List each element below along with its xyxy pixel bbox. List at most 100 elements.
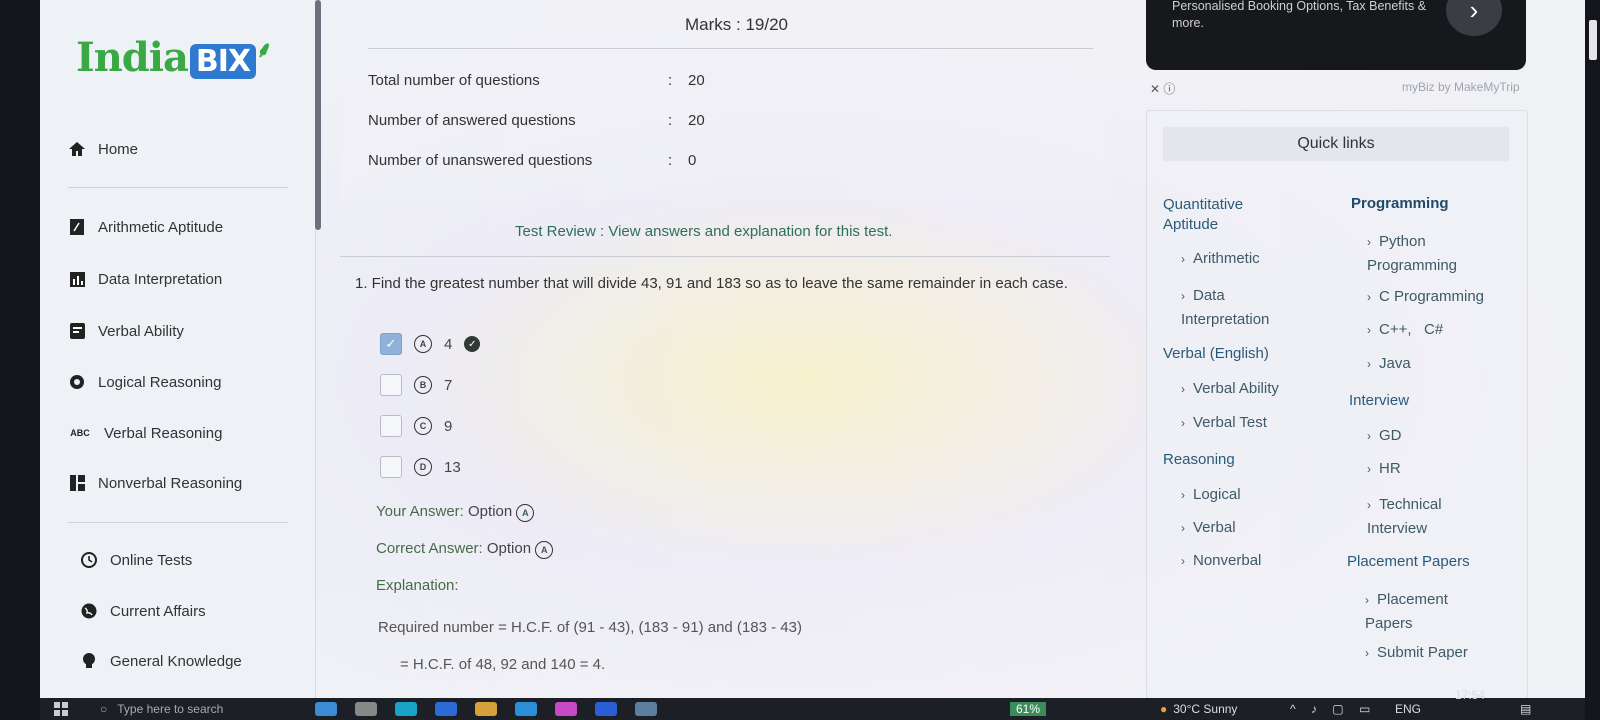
app-icon[interactable] bbox=[395, 702, 417, 716]
logo-text: India bbox=[76, 34, 189, 81]
chevron-right-icon: › bbox=[1367, 498, 1371, 512]
ql-link-gd[interactable]: › GD bbox=[1367, 427, 1402, 444]
sidebar-item-online-tests[interactable]: Online Tests bbox=[80, 551, 192, 569]
sidebar-item-current-affairs[interactable]: Current Affairs bbox=[80, 602, 206, 620]
weather-text: 30°C Sunny bbox=[1173, 702, 1238, 716]
marks-score: Marks : 19/20 bbox=[685, 15, 788, 34]
sidebar-item-label: Nonverbal Reasoning bbox=[98, 474, 243, 492]
correct-answer: Correct Answer: Option A bbox=[376, 540, 554, 559]
chevron-right-icon[interactable]: › bbox=[1446, 0, 1502, 36]
sidebar-divider bbox=[68, 187, 288, 188]
app-icon[interactable] bbox=[475, 702, 497, 716]
abc-icon: ABC bbox=[70, 428, 90, 438]
app-icon[interactable] bbox=[555, 702, 577, 716]
battery-indicator[interactable]: 61% bbox=[1010, 702, 1047, 716]
bulb-icon bbox=[80, 652, 98, 670]
option-b[interactable]: B 7 bbox=[380, 374, 452, 396]
summary-divider bbox=[368, 48, 1093, 49]
ql-link-label: GD bbox=[1379, 427, 1402, 444]
ql-link-verbal[interactable]: › Verbal bbox=[1181, 519, 1236, 536]
sidebar-item-logical-reasoning[interactable]: Logical Reasoning bbox=[68, 373, 221, 391]
sidebar-item-label: Logical Reasoning bbox=[98, 373, 222, 391]
ql-category-programming: Programming bbox=[1351, 195, 1449, 212]
ql-link-label: Java bbox=[1379, 355, 1411, 372]
chevron-right-icon: › bbox=[1367, 323, 1371, 337]
app-icon[interactable] bbox=[355, 702, 377, 716]
document-icon bbox=[68, 322, 86, 340]
option-d[interactable]: D 13 bbox=[380, 456, 461, 478]
your-answer-value: Option bbox=[468, 503, 513, 520]
sidebar-item-nonverbal-reasoning[interactable]: Nonverbal Reasoning bbox=[68, 474, 242, 492]
option-checkbox[interactable] bbox=[380, 374, 402, 396]
taskbar-search-placeholder: Type here to search bbox=[117, 702, 224, 716]
ql-category-quantitative: Quantitative Aptitude bbox=[1163, 196, 1244, 233]
quick-links-panel: Quick links Quantitative Aptitude › Arith… bbox=[1146, 110, 1528, 698]
chevron-right-icon: › bbox=[1367, 290, 1371, 304]
app-icon[interactable] bbox=[315, 702, 337, 716]
indiabix-logo[interactable]: India BIX ⸙ bbox=[76, 34, 273, 81]
ql-link-c-programming[interactable]: › C Programming bbox=[1367, 288, 1484, 305]
option-value: 7 bbox=[444, 376, 453, 394]
app-icon[interactable] bbox=[435, 702, 457, 716]
option-checkbox[interactable] bbox=[380, 415, 402, 437]
option-checkbox-checked[interactable]: ✓ bbox=[380, 333, 402, 355]
app-icon[interactable] bbox=[595, 702, 617, 716]
ql-link-placement-papers[interactable]: › Placement Papers bbox=[1365, 588, 1485, 636]
taskbar-search[interactable]: ○ Type here to search bbox=[100, 702, 223, 716]
stat-label: Number of unanswered questions bbox=[368, 152, 593, 169]
sidebar-item-arithmetic-aptitude[interactable]: Arithmetic Aptitude bbox=[68, 218, 223, 236]
sidebar-item-verbal-ability[interactable]: Verbal Ability bbox=[68, 322, 184, 340]
sidebar-item-general-knowledge[interactable]: General Knowledge bbox=[80, 652, 242, 670]
chevron-right-icon: › bbox=[1181, 252, 1185, 266]
option-a[interactable]: ✓ A 4 ✓ bbox=[380, 333, 481, 355]
ql-link-data-interpretation[interactable]: › Data Interpretation bbox=[1181, 284, 1301, 332]
test-review-link[interactable]: Test Review : View answers and explanati… bbox=[515, 223, 892, 240]
ql-link-label: Data Interpretation bbox=[1181, 287, 1270, 328]
ql-link-arithmetic[interactable]: › Arithmetic bbox=[1181, 250, 1260, 267]
option-value: 4 bbox=[444, 335, 453, 353]
option-checkbox[interactable] bbox=[380, 456, 402, 478]
ql-category-reasoning: Reasoning bbox=[1163, 451, 1235, 468]
ql-link-label: Verbal Test bbox=[1193, 414, 1267, 431]
ql-link-verbal-ability[interactable]: › Verbal Ability bbox=[1181, 380, 1279, 397]
ql-link-nonverbal[interactable]: › Nonverbal bbox=[1181, 552, 1261, 569]
ql-link-label: C Programming bbox=[1379, 288, 1485, 305]
option-c[interactable]: C 9 bbox=[380, 415, 452, 437]
notifications-icon[interactable]: ▤ bbox=[1520, 702, 1531, 716]
explanation-line: Required number = H.C.F. of (91 - 43), (… bbox=[378, 619, 802, 636]
ql-link-label: Python Programming bbox=[1367, 233, 1458, 274]
ql-link-technical-interview[interactable]: › Technical Interview bbox=[1367, 493, 1497, 541]
ad-credit: myBiz by MakeMyTrip bbox=[1402, 80, 1520, 94]
ql-link-label: C++, C# bbox=[1379, 321, 1444, 338]
search-icon: ○ bbox=[100, 702, 108, 716]
sidebar-scrollbar[interactable] bbox=[315, 0, 321, 230]
app-icon[interactable] bbox=[635, 702, 657, 716]
calculator-icon bbox=[68, 218, 86, 236]
sidebar: India BIX ⸙ Home Arithmetic Aptitude Data … bbox=[40, 0, 321, 698]
ql-link-java[interactable]: › Java bbox=[1367, 355, 1411, 372]
page-scrollbar[interactable] bbox=[1586, 0, 1600, 698]
clock[interactable]: 17:54 bbox=[1455, 688, 1485, 702]
main-content: Marks : 19/20 Total number of questions … bbox=[340, 0, 1150, 698]
ql-link-submit-paper[interactable]: › Submit Paper bbox=[1365, 644, 1468, 661]
advertisement-banner[interactable]: Personalised Booking Options, Tax Benefi… bbox=[1146, 0, 1526, 70]
option-letter-badge: A bbox=[414, 335, 432, 353]
sidebar-item-verbal-reasoning[interactable]: ABC Verbal Reasoning bbox=[68, 424, 222, 442]
system-tray-icons[interactable]: ^ ♪ ▢ ▭ bbox=[1290, 702, 1376, 716]
language-indicator[interactable]: ENG bbox=[1395, 702, 1421, 716]
scrollbar-thumb[interactable] bbox=[1589, 20, 1597, 60]
app-icon[interactable] bbox=[515, 702, 537, 716]
ql-link-label: Arithmetic bbox=[1193, 250, 1260, 267]
chevron-right-icon: › bbox=[1367, 357, 1371, 371]
ql-link-hr[interactable]: › HR bbox=[1367, 460, 1401, 477]
ql-link-python[interactable]: › Python Programming bbox=[1367, 230, 1497, 278]
sidebar-item-data-interpretation[interactable]: Data Interpretation bbox=[68, 270, 222, 288]
ad-close-button[interactable]: ✕ ⓘ bbox=[1150, 80, 1175, 97]
ql-link-cpp-csharp[interactable]: › C++, C# bbox=[1367, 321, 1443, 338]
ql-link-logical[interactable]: › Logical bbox=[1181, 486, 1241, 503]
windows-start-icon[interactable] bbox=[54, 702, 68, 716]
sidebar-item-home[interactable]: Home bbox=[68, 140, 138, 158]
ql-link-verbal-test[interactable]: › Verbal Test bbox=[1181, 414, 1267, 431]
weather-widget[interactable]: ● 30°C Sunny bbox=[1160, 702, 1237, 716]
option-letter-badge: D bbox=[414, 458, 432, 476]
